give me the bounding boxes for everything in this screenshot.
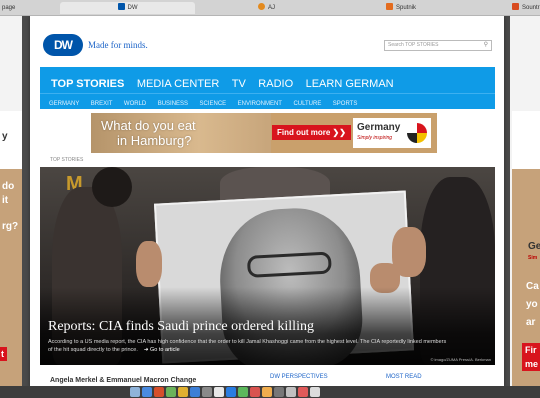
- subnav-brexit[interactable]: BREXIT: [91, 101, 113, 107]
- dock-app-icon[interactable]: [166, 387, 176, 397]
- dock-app-icon[interactable]: [238, 387, 248, 397]
- subnav-sports[interactable]: SPORTS: [333, 101, 358, 107]
- banner-line: What do you eat: [101, 118, 196, 133]
- dock-app-icon[interactable]: [298, 387, 308, 397]
- tagline: Made for minds.: [88, 40, 148, 50]
- ad-logo-box: [512, 111, 540, 169]
- dock-app-icon[interactable]: [310, 387, 320, 397]
- ad-text: rg?: [2, 221, 19, 232]
- germany-swirl-icon: [407, 123, 427, 143]
- tab-dw[interactable]: DW: [60, 2, 195, 14]
- hero-dek-text: According to a US media report, the CIA …: [48, 339, 447, 353]
- search-icon[interactable]: ⚲: [484, 41, 488, 50]
- dw-favicon-icon: [117, 3, 125, 10]
- dock-app-icon[interactable]: [250, 387, 260, 397]
- ad-text: ar: [526, 317, 536, 328]
- dock-app-icon[interactable]: [286, 387, 296, 397]
- aj-favicon-icon: [258, 3, 265, 10]
- sountr-favicon-icon: [512, 3, 519, 10]
- go-to-article-link[interactable]: ➜ Go to article: [144, 347, 180, 353]
- site-header: DW Made for minds. Search TOP STORIES ⚲: [30, 16, 504, 68]
- ad-cta-button[interactable]: Fir: [522, 343, 540, 357]
- hero-dek: According to a US media report, the CIA …: [48, 338, 448, 354]
- browser-tab-bar: page DW AJ Sputnik Sountr: [0, 0, 540, 16]
- ad-text: do: [2, 181, 15, 192]
- next-article-title[interactable]: Angela Merkel & Emmanuel Macron Change: [50, 377, 196, 384]
- subnav-business[interactable]: BUSINESS: [158, 101, 188, 107]
- banner-question: What do you eat in Hamburg?: [101, 118, 196, 148]
- search-placeholder: Search TOP STORIES: [388, 42, 439, 48]
- dock-app-icon[interactable]: [178, 387, 188, 397]
- banner-line: in Hamburg?: [117, 133, 192, 148]
- left-side-ad[interactable]: y do it rg? t: [0, 16, 22, 388]
- browser-viewport: y do it rg? t Ge Sim Ca yo ar Fir me DW …: [0, 16, 540, 388]
- tab-aj[interactable]: AJ: [258, 2, 378, 14]
- tab-sountr[interactable]: Sountr: [512, 2, 540, 14]
- dock-icons: [130, 387, 322, 397]
- dock-app-icon[interactable]: [154, 387, 164, 397]
- ad-text: y: [2, 131, 8, 142]
- tab-page[interactable]: page: [2, 2, 57, 14]
- hero-article[interactable]: M Reports: CIA finds Saudi prince ordere…: [40, 167, 495, 365]
- hero-person-head: [92, 167, 132, 207]
- dw-perspectives-label[interactable]: DW PERSPECTIVES: [270, 374, 328, 380]
- subnav-world[interactable]: WORLD: [124, 101, 146, 107]
- most-read-label[interactable]: MOST READ: [386, 374, 422, 380]
- side-ad-image: y do it rg? t: [0, 111, 22, 388]
- nav-item-media-center[interactable]: MEDIA CENTER: [137, 78, 220, 90]
- dw-logo[interactable]: DW: [43, 34, 83, 56]
- dock-app-icon[interactable]: [202, 387, 212, 397]
- nav-item-radio[interactable]: RADIO: [258, 78, 293, 90]
- dock-app-icon[interactable]: [214, 387, 224, 397]
- poster-glasses: [246, 251, 332, 278]
- main-navigation: TOP STORIES MEDIA CENTER TV RADIO LEARN …: [40, 67, 495, 109]
- ad-cta-button[interactable]: t: [0, 347, 7, 361]
- dock-app-icon[interactable]: [130, 387, 140, 397]
- dock-app-icon[interactable]: [142, 387, 152, 397]
- ad-text: it: [2, 195, 9, 206]
- ad-cta-button[interactable]: me: [522, 357, 540, 371]
- hero-headline[interactable]: Reports: CIA finds Saudi prince ordered …: [48, 319, 314, 335]
- nav-item-tv[interactable]: TV: [232, 78, 246, 90]
- ad-text: yo: [526, 299, 538, 310]
- ad-text: Ca: [526, 281, 539, 292]
- photo-credit: © imago/ZUMA Press/A. Berkman: [430, 357, 491, 362]
- ad-text: Sim: [528, 255, 538, 261]
- dock-app-icon[interactable]: [226, 387, 236, 397]
- tab-label: Sountr: [522, 5, 540, 11]
- subnav-science[interactable]: SCIENCE: [200, 101, 227, 107]
- hero-hand: [136, 241, 162, 287]
- brand-name: Germany: [357, 122, 401, 133]
- brand-slogan: Simply inspiring: [357, 135, 393, 141]
- tab-sputnik[interactable]: Sputnik: [386, 2, 506, 14]
- banner-ad[interactable]: What do you eat in Hamburg? Find out mor…: [91, 113, 437, 153]
- macos-dock: [0, 386, 540, 398]
- right-side-ad[interactable]: Ge Sim Ca yo ar Fir me: [510, 16, 540, 388]
- dock-app-icon[interactable]: [274, 387, 284, 397]
- tab-label: AJ: [268, 5, 276, 11]
- tab-label: Sputnik: [396, 5, 417, 11]
- banner-cta-button[interactable]: Find out more ❯❯: [272, 125, 351, 140]
- dock-app-icon[interactable]: [190, 387, 200, 397]
- nav-item-top-stories[interactable]: TOP STORIES: [51, 78, 124, 90]
- dw-page: DW Made for minds. Search TOP STORIES ⚲ …: [30, 16, 504, 388]
- below-fold: Angela Merkel & Emmanuel Macron Change D…: [40, 368, 495, 388]
- germany-brand-logo: Germany Simply inspiring: [353, 118, 431, 148]
- section-label: TOP STORIES: [50, 157, 84, 163]
- nav-main: TOP STORIES MEDIA CENTER TV RADIO LEARN …: [51, 74, 402, 92]
- sputnik-favicon-icon: [386, 3, 393, 10]
- search-input[interactable]: Search TOP STORIES ⚲: [384, 40, 492, 51]
- ad-text: Ge: [528, 241, 540, 252]
- subnav-environment[interactable]: ENVIRONMENT: [238, 101, 282, 107]
- subnav-germany[interactable]: GERMANY: [49, 101, 79, 107]
- tab-label: DW: [127, 5, 138, 11]
- tab-label: page: [2, 5, 16, 11]
- dock-app-icon[interactable]: [262, 387, 272, 397]
- nav-item-learn-german[interactable]: LEARN GERMAN: [306, 78, 394, 90]
- side-ad-image: Ge Sim Ca yo ar Fir me: [512, 111, 540, 388]
- subnav-culture[interactable]: CULTURE: [293, 101, 321, 107]
- nav-sub: GERMANY BREXIT WORLD BUSINESS SCIENCE EN…: [40, 93, 495, 109]
